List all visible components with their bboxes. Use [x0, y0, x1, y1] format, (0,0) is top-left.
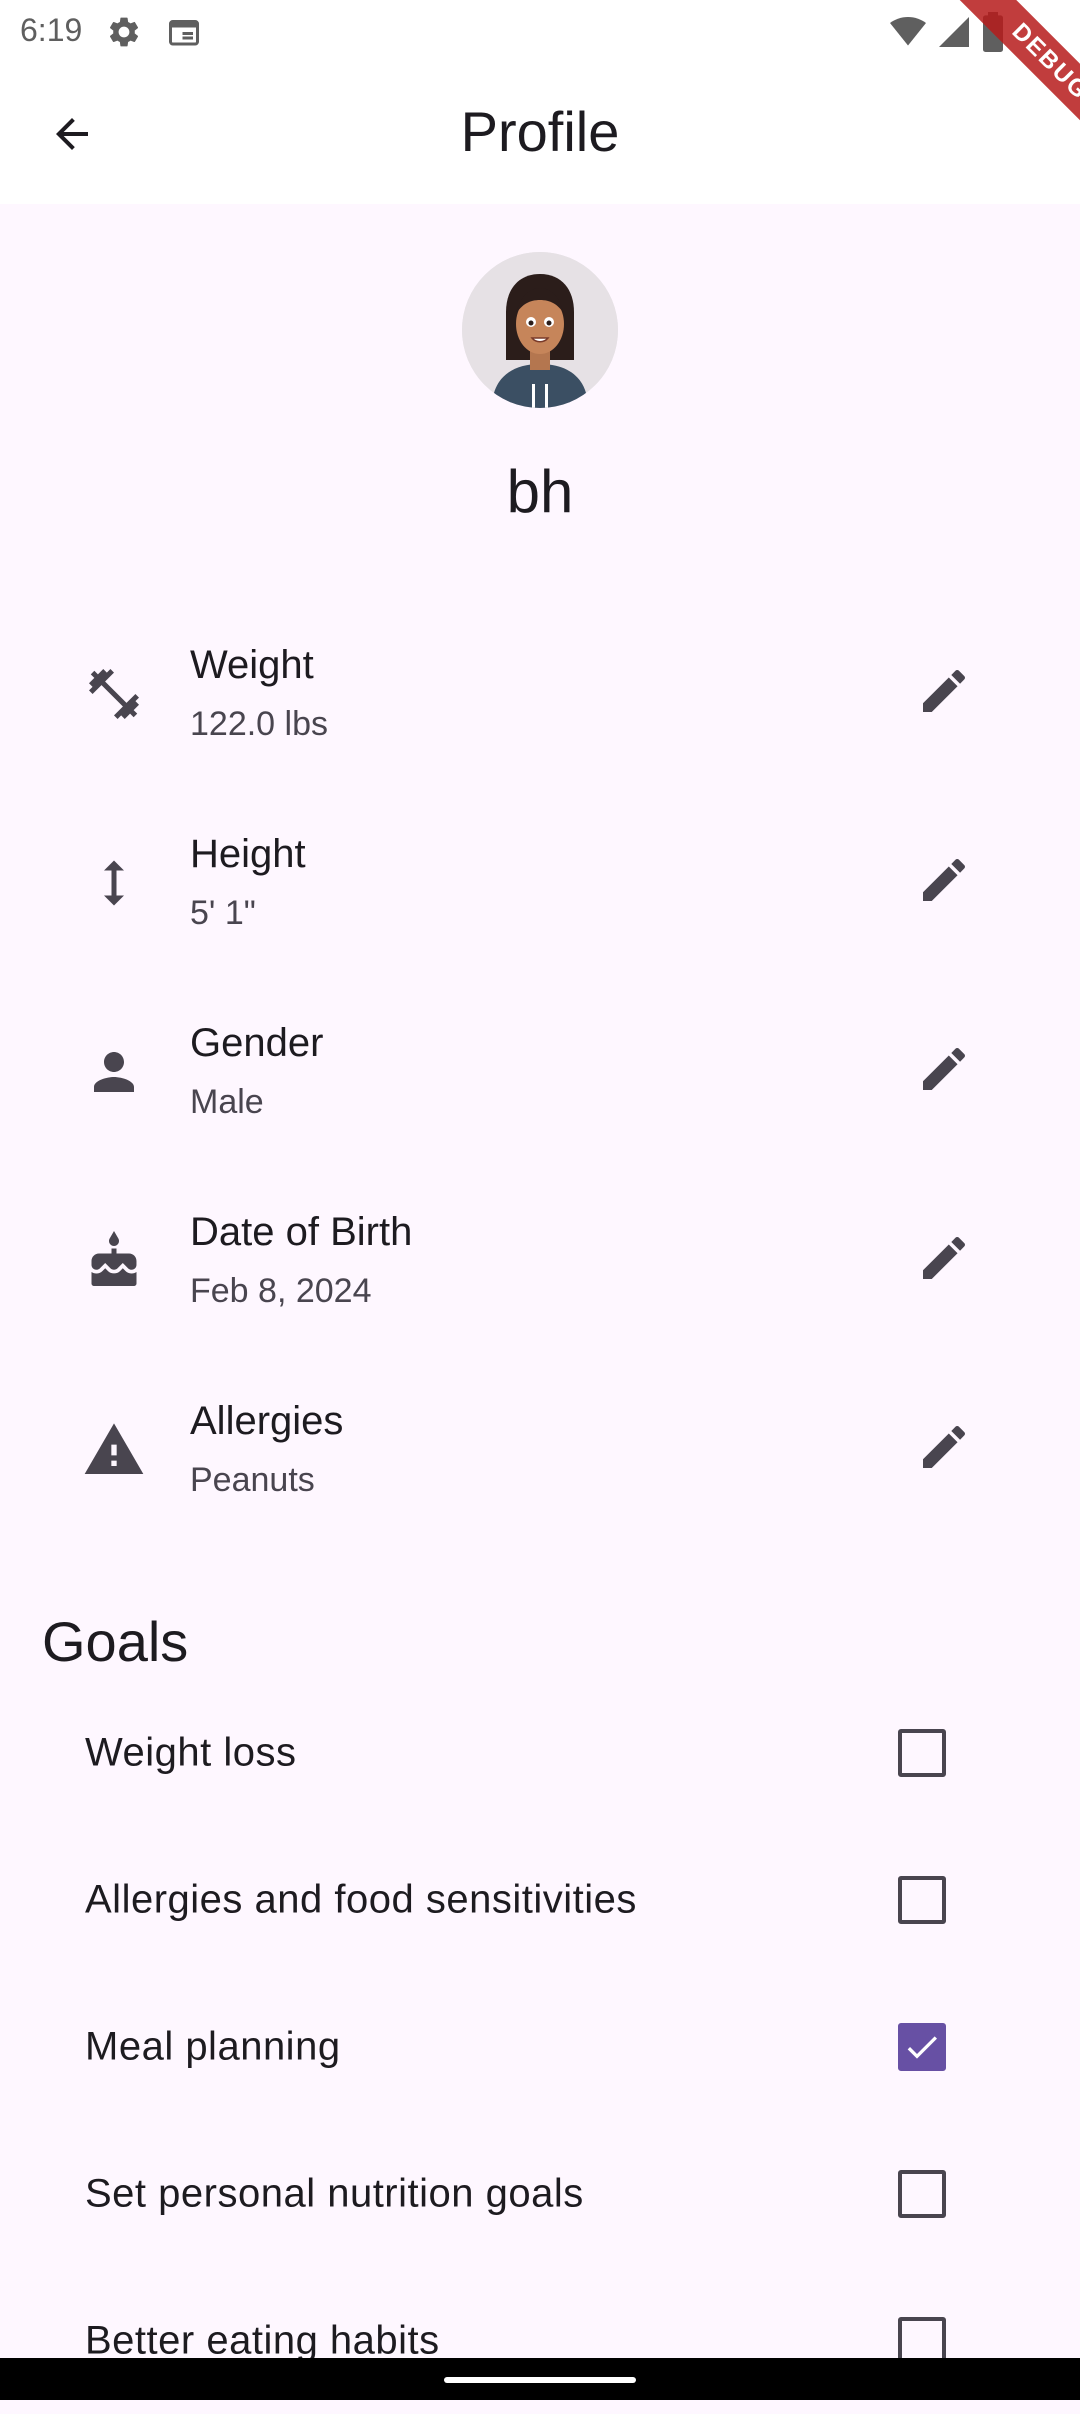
edit-icon [916, 1419, 972, 1480]
goal-checkbox[interactable] [898, 2169, 946, 2218]
edit-icon [916, 1230, 972, 1291]
field-label: Weight [190, 643, 314, 687]
home-gesture-handle[interactable] [444, 2377, 636, 2383]
cake-icon [78, 1225, 150, 1297]
edit-weight-button[interactable] [900, 650, 988, 738]
edit-icon [916, 663, 972, 724]
app-bar: Profile [0, 62, 1080, 204]
field-value: Feb 8, 2024 [190, 1272, 372, 1310]
goal-label: Weight loss [85, 1730, 297, 1774]
page-title: Profile [460, 100, 620, 163]
edit-date-of-birth-button[interactable] [900, 1217, 988, 1305]
calendar-icon [166, 14, 202, 55]
date-of-birth-row: Date of Birth Feb 8, 2024 [0, 1166, 1080, 1355]
goal-label: Allergies and food sensitivities [85, 1877, 637, 1921]
field-label: Gender [190, 1021, 324, 1065]
goals-heading: Goals [42, 1610, 189, 1673]
edit-icon [916, 852, 972, 913]
goal-item[interactable]: Weight loss [0, 1679, 1080, 1826]
edit-icon [916, 1041, 972, 1102]
goal-checkbox[interactable] [898, 1728, 946, 1777]
field-label: Allergies [190, 1399, 344, 1443]
status-time: 6:19 [20, 12, 83, 48]
field-label: Height [190, 832, 306, 876]
goal-checkbox[interactable] [898, 1875, 946, 1924]
field-label: Date of Birth [190, 1210, 413, 1254]
user-name: bh [506, 458, 574, 525]
edit-gender-button[interactable] [900, 1028, 988, 1116]
debug-label: DEBUG [929, 0, 1080, 160]
person-icon [78, 1036, 150, 1108]
allergies-row: Allergies Peanuts [0, 1355, 1080, 1544]
status-bar: 6:19 [0, 0, 1080, 62]
gender-row: Gender Male [0, 977, 1080, 1166]
height-row: Height 5' 1" [0, 788, 1080, 977]
settings-icon [106, 14, 142, 55]
warning-icon [78, 1414, 150, 1486]
fitness-icon [78, 658, 150, 730]
goal-label: Meal planning [85, 2024, 341, 2068]
field-value: Male [190, 1083, 264, 1121]
height-icon [78, 847, 150, 919]
goal-item[interactable]: Set personal nutrition goals [0, 2120, 1080, 2267]
avatar [462, 252, 618, 408]
field-value: 122.0 lbs [190, 705, 328, 743]
field-value: Peanuts [190, 1461, 315, 1499]
edit-allergies-button[interactable] [900, 1406, 988, 1494]
field-value: 5' 1" [190, 894, 256, 932]
system-navigation-bar [0, 2358, 1080, 2400]
goal-item[interactable]: Meal planning [0, 1973, 1080, 2120]
edit-height-button[interactable] [900, 839, 988, 927]
goal-item[interactable]: Allergies and food sensitivities [0, 1826, 1080, 1973]
debug-banner: DEBUG [920, 0, 1080, 160]
weight-row: Weight 122.0 lbs [0, 599, 1080, 788]
goal-label: Better eating habits [85, 2318, 440, 2362]
goal-checkbox[interactable] [898, 2022, 946, 2071]
goal-label: Set personal nutrition goals [85, 2171, 584, 2215]
